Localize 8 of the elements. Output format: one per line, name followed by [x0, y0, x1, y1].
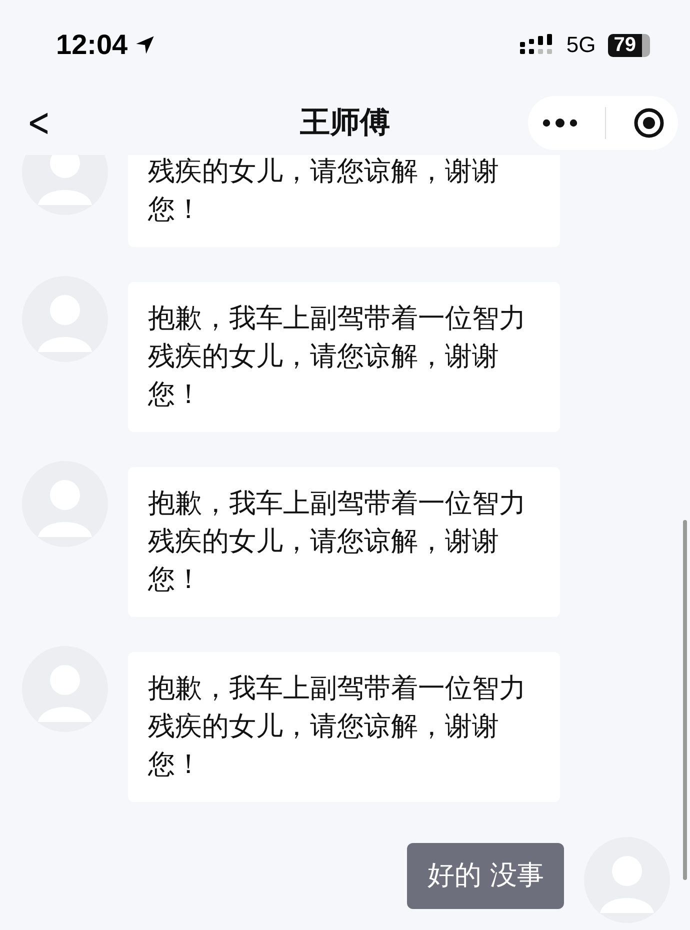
back-button[interactable]: <	[24, 100, 54, 146]
message-bubble: 抱歉，我车上副驾带着一位智力残疾的女儿，请您谅解，谢谢您！	[128, 282, 560, 432]
network-label: 5G	[566, 32, 596, 58]
status-time: 12:04	[56, 29, 128, 61]
message-bubble: 抱歉，我车上副驾带着一位智力残疾的女儿，请您谅解，谢谢您！	[128, 467, 560, 617]
message-bubble: 抱歉，我车上副驾带着一位智力残疾的女儿，请您谅解，谢谢您！	[128, 652, 560, 802]
battery-indicator: 79	[608, 34, 650, 56]
message-bubble: 好的 没事	[407, 843, 564, 909]
